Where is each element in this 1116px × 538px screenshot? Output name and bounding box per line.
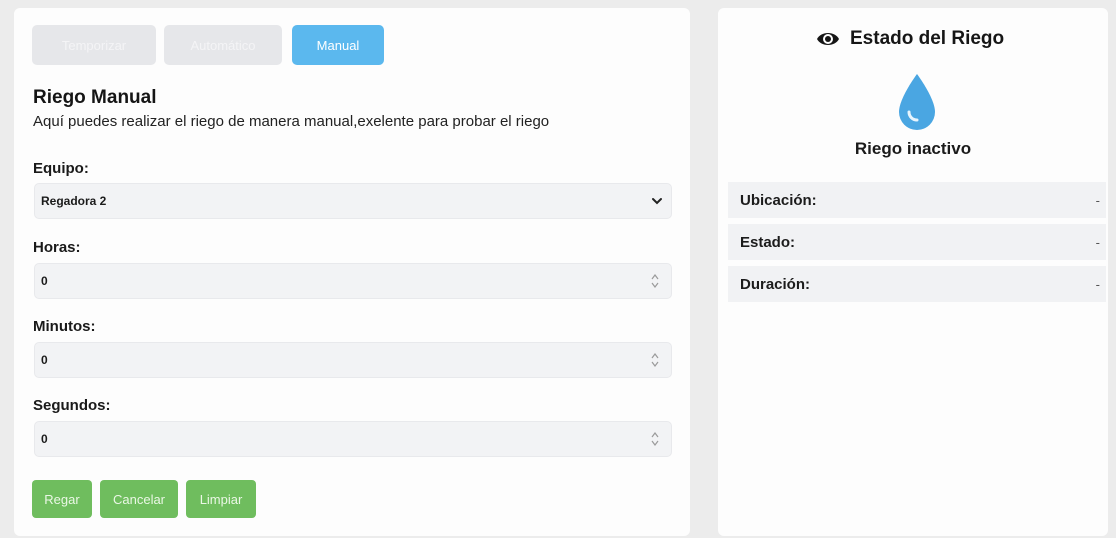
cancelar-button[interactable]: Cancelar — [100, 480, 178, 518]
page-subtitle: Aquí puedes realizar el riego de manera … — [33, 113, 550, 130]
status-row-estado: Estado: - — [728, 224, 1106, 260]
segundos-label: Segundos: — [33, 397, 111, 414]
equipo-select[interactable]: Regadora 2 — [34, 183, 672, 219]
spinner-icon[interactable] — [651, 431, 659, 447]
minutos-input-value: 0 — [41, 353, 48, 367]
horas-label: Horas: — [33, 239, 81, 256]
status-row-label: Ubicación: — [740, 191, 817, 209]
segundos-input-value: 0 — [41, 432, 48, 446]
manual-panel: Temporizar Automático Manual Riego Manua… — [14, 8, 690, 536]
status-row-value: - — [1095, 234, 1100, 250]
status-state-text: Riego inactivo — [854, 139, 972, 158]
horas-input-value: 0 — [41, 274, 48, 288]
status-panel: Estado del Riego Riego inactivo Ubicació… — [718, 8, 1108, 536]
status-row-label: Estado: — [740, 233, 796, 251]
water-drop-icon — [899, 74, 935, 130]
minutos-input[interactable]: 0 — [34, 342, 672, 378]
equipo-label: Equipo: — [33, 160, 89, 177]
page-title: Riego Manual — [33, 87, 157, 108]
tab-temporizar[interactable]: Temporizar — [32, 25, 156, 65]
horas-input[interactable]: 0 — [34, 263, 672, 299]
equipo-select-value: Regadora 2 — [41, 194, 107, 208]
status-header: Estado del Riego — [816, 28, 1004, 50]
chevron-down-icon — [652, 198, 662, 205]
status-row-label: Duración: — [740, 275, 811, 293]
status-title: Estado del Riego — [850, 28, 1005, 49]
status-row-value: - — [1095, 192, 1100, 208]
tab-automatico[interactable]: Automático — [164, 25, 282, 65]
segundos-input[interactable]: 0 — [34, 421, 672, 457]
regar-button[interactable]: Regar — [32, 480, 92, 518]
spinner-icon[interactable] — [651, 352, 659, 368]
status-row-value: - — [1095, 276, 1100, 292]
minutos-label: Minutos: — [33, 318, 96, 335]
limpiar-button[interactable]: Limpiar — [186, 480, 256, 518]
eye-icon — [817, 33, 839, 45]
status-row-ubicacion: Ubicación: - — [728, 182, 1106, 218]
spinner-icon[interactable] — [651, 273, 659, 289]
status-row-duracion: Duración: - — [728, 266, 1106, 302]
tab-manual[interactable]: Manual — [292, 25, 384, 65]
